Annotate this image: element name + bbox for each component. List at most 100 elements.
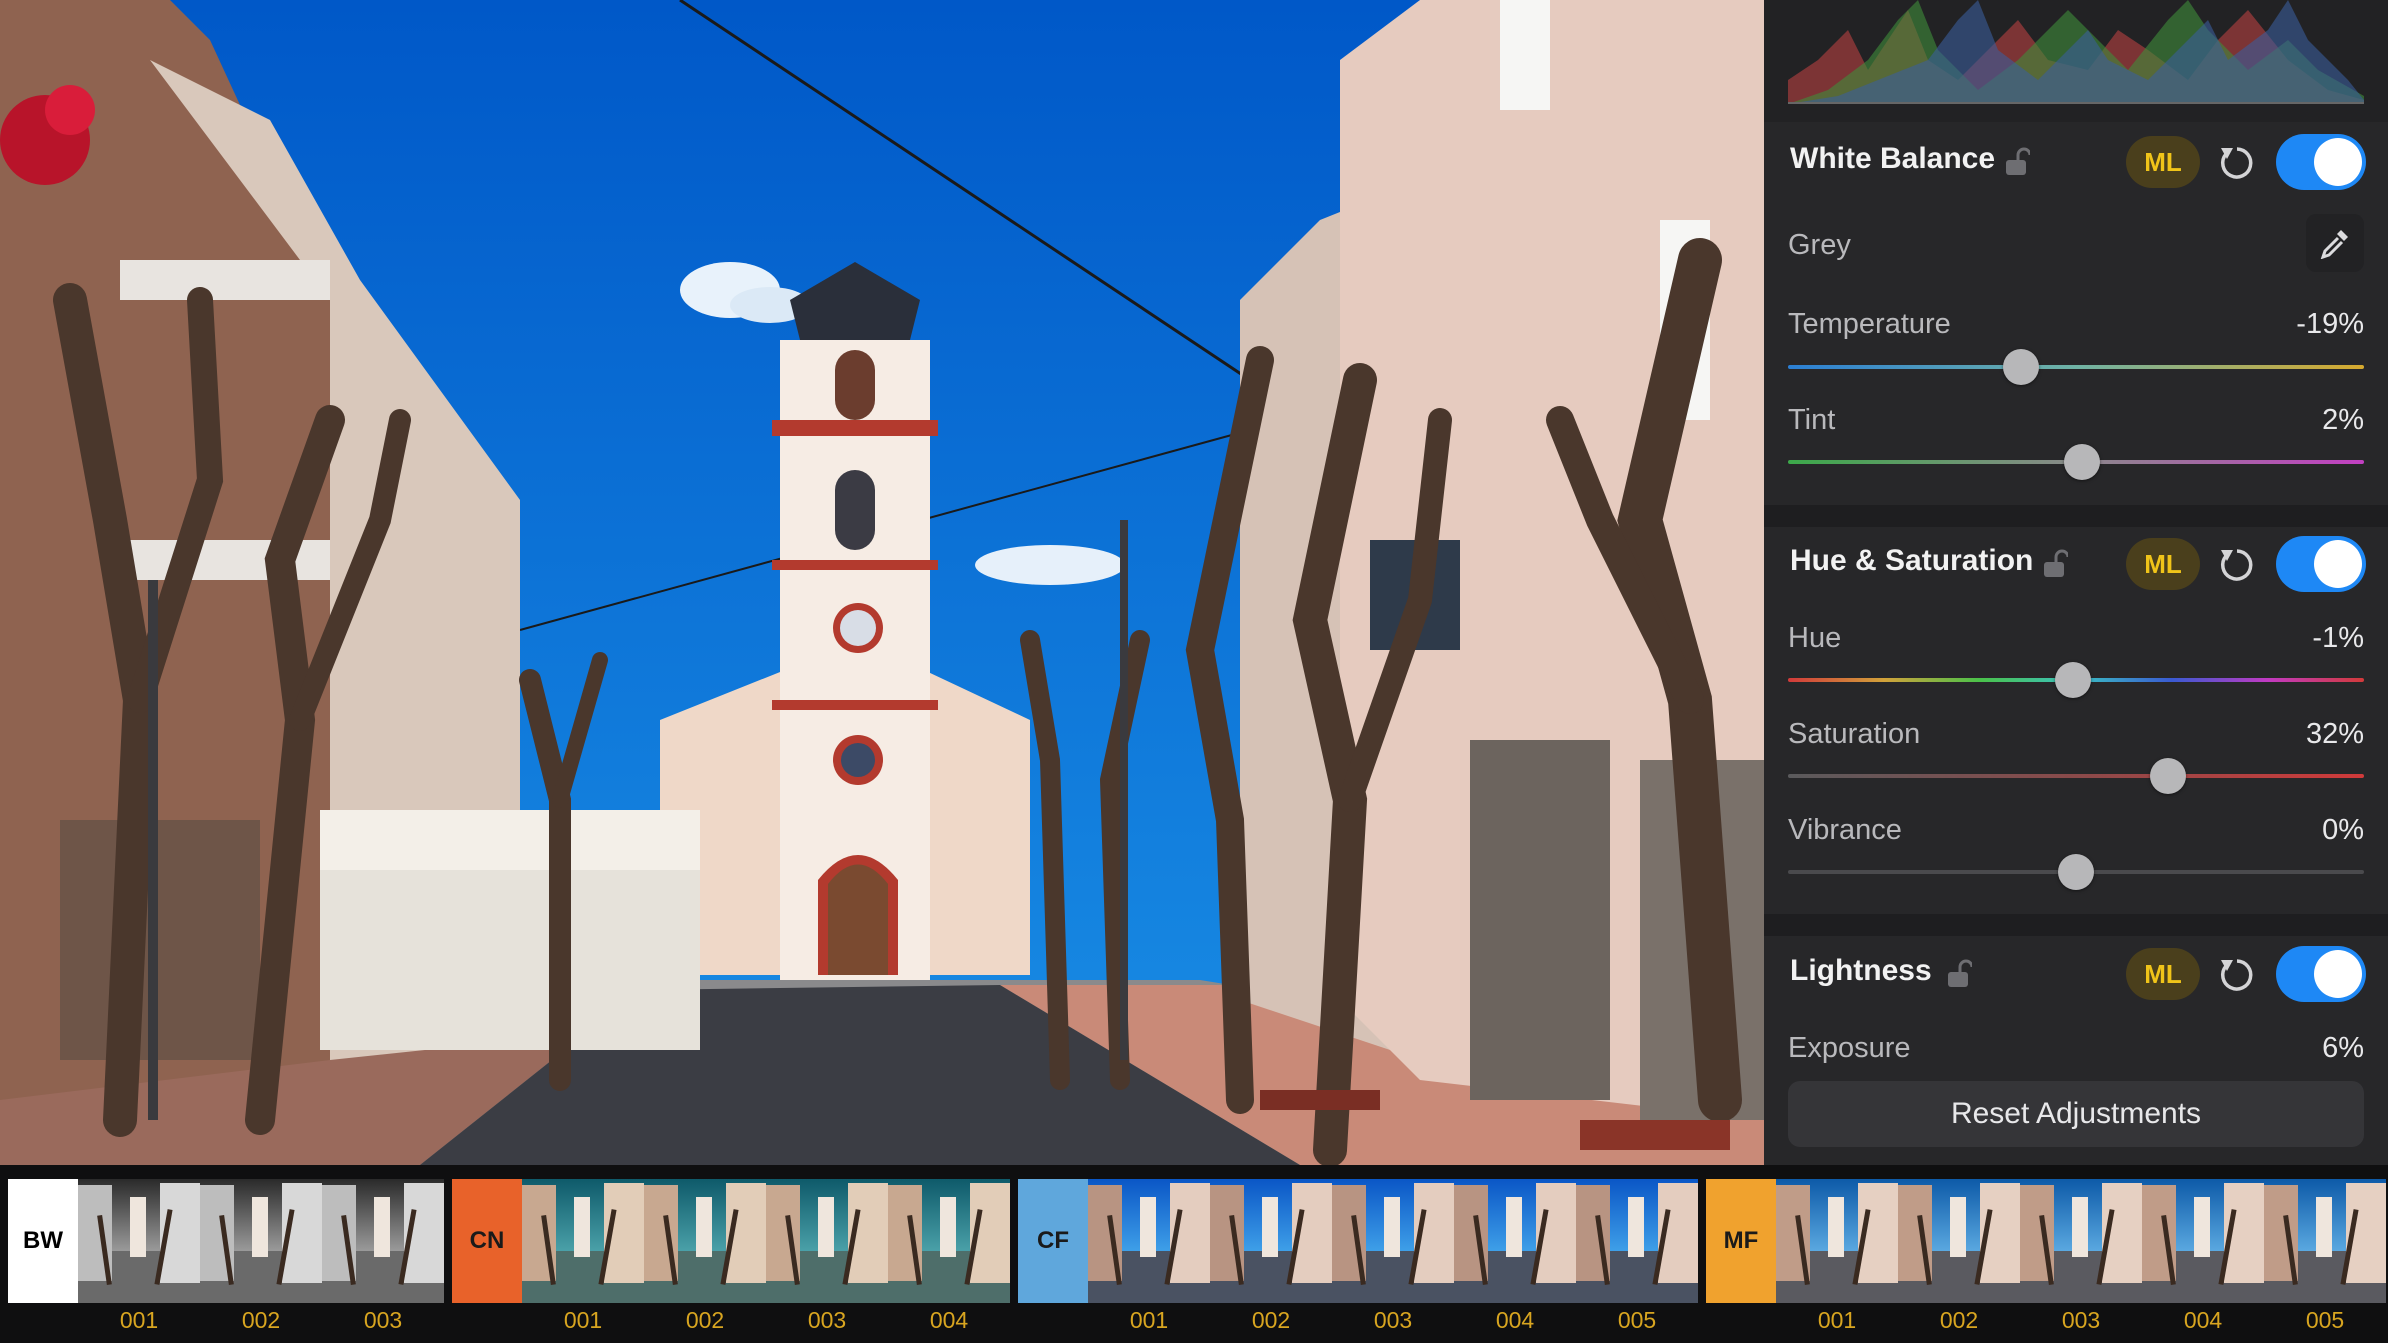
unlock-icon[interactable] — [2004, 147, 2030, 177]
saturation-value: 32% — [2305, 718, 2364, 750]
filter-thumbnail[interactable] — [522, 1179, 644, 1303]
vibrance-value: 0% — [2322, 814, 2364, 846]
thumbnail-tower — [252, 1197, 268, 1257]
thumbnail-tower — [1384, 1197, 1400, 1257]
filter-thumbnail[interactable] — [2142, 1179, 2264, 1303]
thumbnail-tower — [940, 1197, 956, 1257]
thumbnail-tower — [374, 1197, 390, 1257]
filter-thumbnail[interactable] — [2020, 1179, 2142, 1303]
reset-icon[interactable] — [2216, 544, 2258, 586]
filter-thumbnail-label: 004 — [2183, 1307, 2223, 1333]
filter-thumbnail[interactable] — [2264, 1179, 2386, 1303]
street-photo — [0, 0, 1764, 1165]
grey-label: Grey — [1788, 229, 1851, 261]
vibrance-label: Vibrance — [1788, 814, 1902, 846]
filter-thumbnail[interactable] — [1088, 1179, 1210, 1303]
saturation-label: Saturation — [1788, 718, 1921, 750]
filter-thumbnail-label: 005 — [2305, 1307, 2345, 1333]
filter-thumbnail[interactable] — [1898, 1179, 2020, 1303]
thumbnail-tower — [2072, 1197, 2088, 1257]
filter-category-badge[interactable]: BW — [8, 1179, 78, 1303]
lightness-title: Lightness — [1790, 954, 1932, 987]
photo-canvas[interactable] — [0, 0, 1764, 1165]
toggle-knob — [2314, 138, 2362, 186]
saturation-slider[interactable] — [1788, 774, 2364, 778]
thumbnail-tower — [2194, 1197, 2210, 1257]
filter-filmstrip[interactable]: BW 001 002 003 CN 001 002 003 004 CF 001 002 003 004 0… — [0, 1165, 2388, 1343]
hue-slider-thumb[interactable] — [2055, 662, 2092, 698]
filter-group-cf: CF 001 002 003 004 005 — [1018, 1179, 1698, 1343]
vibrance-slider-thumb[interactable] — [2058, 854, 2094, 890]
filter-thumbnail-label: 002 — [1251, 1307, 1291, 1333]
filter-thumbnail[interactable] — [644, 1179, 766, 1303]
filter-thumbnail[interactable] — [1576, 1179, 1698, 1303]
hue-saturation-title: Hue & Saturation — [1790, 544, 2034, 577]
temperature-slider-thumb[interactable] — [2003, 349, 2040, 385]
hue-saturation-toggle[interactable] — [2276, 536, 2366, 592]
filter-thumbnail[interactable] — [1454, 1179, 1576, 1303]
tint-label: Tint — [1788, 404, 1836, 436]
filter-thumbnail-label: 002 — [241, 1307, 281, 1333]
filter-thumbnail-label: 004 — [1495, 1307, 1535, 1333]
unlock-icon[interactable] — [2042, 549, 2068, 579]
lightness-toggle[interactable] — [2276, 946, 2366, 1002]
thumbnail-tower — [1828, 1197, 1844, 1257]
filter-group-cn: CN 001 002 003 004 — [452, 1179, 1010, 1343]
hue-saturation-header: Hue & Saturation ML — [1764, 524, 2388, 606]
toggle-knob — [2314, 950, 2362, 998]
filter-category-badge[interactable]: CF — [1018, 1179, 1088, 1303]
reset-adjustments-button[interactable]: Reset Adjustments — [1788, 1081, 2364, 1147]
ml-auto-button[interactable]: ML — [2126, 136, 2200, 188]
lightness-header: Lightness ML — [1764, 934, 2388, 1016]
filter-category-badge[interactable]: MF — [1706, 1179, 1776, 1303]
filter-group-bw: BW 001 002 003 — [8, 1179, 444, 1343]
toggle-knob — [2314, 540, 2362, 588]
reset-icon[interactable] — [2216, 954, 2258, 996]
filter-thumbnail[interactable] — [1332, 1179, 1454, 1303]
thumbnail-tower — [2316, 1197, 2332, 1257]
filter-thumbnail[interactable] — [766, 1179, 888, 1303]
filter-thumbnail[interactable] — [322, 1179, 444, 1303]
thumbnail-tower — [1628, 1197, 1644, 1257]
eyedropper-button[interactable] — [2306, 214, 2364, 272]
tint-value: 2% — [2322, 404, 2364, 436]
hue-value: -1% — [2312, 622, 2364, 654]
filter-thumbnail-label: 003 — [2061, 1307, 2101, 1333]
filter-category-badge[interactable]: CN — [452, 1179, 522, 1303]
eyedropper-icon — [2320, 230, 2348, 259]
filter-thumbnail[interactable] — [78, 1179, 200, 1303]
filter-thumbnail-label: 005 — [1617, 1307, 1657, 1333]
tint-slider-thumb[interactable] — [2063, 444, 2100, 480]
histogram-graph — [1788, 0, 2364, 104]
histogram — [1764, 0, 2388, 122]
hue-label: Hue — [1788, 622, 1842, 654]
thumbnail-tower — [696, 1197, 712, 1257]
thumbnail-tower — [1506, 1197, 1522, 1257]
thumbnail-tower — [1262, 1197, 1278, 1257]
filter-thumbnail[interactable] — [200, 1179, 322, 1303]
white-balance-header: White Balance ML — [1764, 122, 2388, 204]
filter-thumbnail-label: 003 — [807, 1307, 847, 1333]
filter-thumbnail[interactable] — [1776, 1179, 1898, 1303]
filter-thumbnail[interactable] — [888, 1179, 1010, 1303]
reset-icon[interactable] — [2216, 142, 2258, 184]
filter-thumbnail-label: 004 — [929, 1307, 969, 1333]
ml-auto-button[interactable]: ML — [2126, 538, 2200, 590]
white-balance-title: White Balance — [1790, 142, 1996, 175]
white-balance-toggle[interactable] — [2276, 134, 2366, 190]
filter-thumbnail-label: 001 — [563, 1307, 603, 1333]
thumbnail-tower — [1140, 1197, 1156, 1257]
adjustments-panel: White Balance ML Grey Temperature -19% T… — [1764, 0, 2388, 1165]
temperature-value: -19% — [2296, 308, 2364, 340]
thumbnail-tower — [818, 1197, 834, 1257]
saturation-slider-thumb[interactable] — [2150, 758, 2187, 794]
thumbnail-tower — [1950, 1197, 1966, 1257]
unlock-icon[interactable] — [1946, 959, 1972, 989]
filter-thumbnail[interactable] — [1210, 1179, 1332, 1303]
ml-auto-button[interactable]: ML — [2126, 948, 2200, 1000]
temperature-slider[interactable] — [1788, 365, 2364, 369]
filter-thumbnail-label: 002 — [1939, 1307, 1979, 1333]
filter-thumbnail-label: 002 — [685, 1307, 725, 1333]
thumbnail-tower — [574, 1197, 590, 1257]
filter-thumbnail-label: 003 — [363, 1307, 403, 1333]
